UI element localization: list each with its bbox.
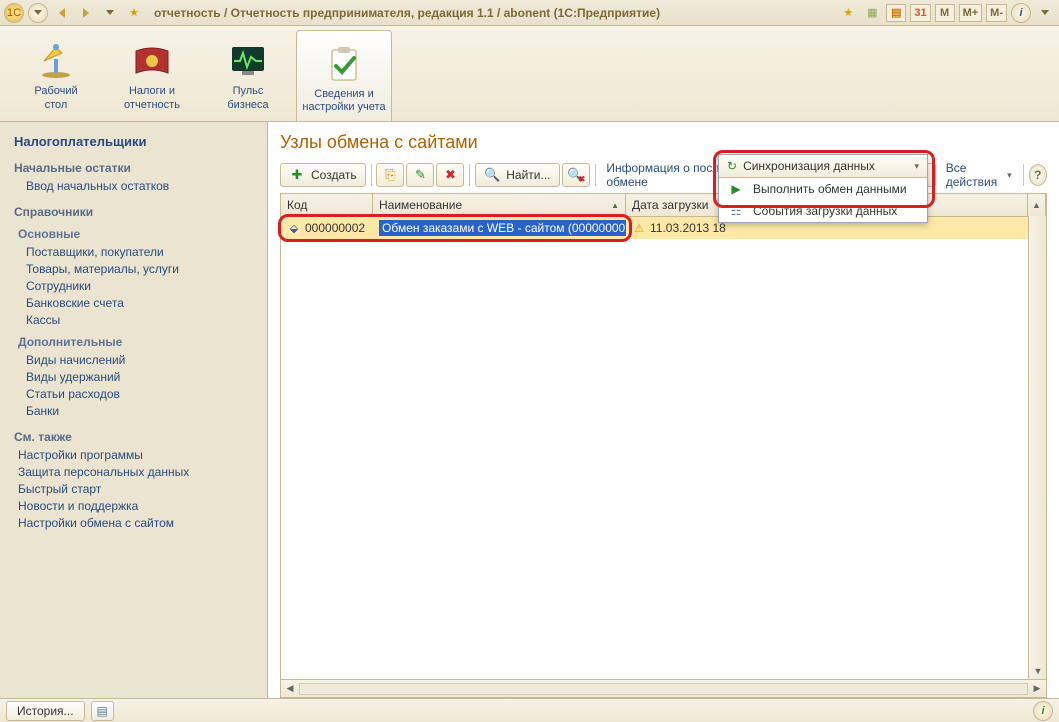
- scroll-up-icon[interactable]: ▲: [1028, 194, 1046, 216]
- col-code[interactable]: Код: [281, 194, 373, 216]
- desk-lamp-icon: [34, 41, 78, 81]
- sidebar-item-news[interactable]: Новости и поддержка: [18, 499, 257, 513]
- history-button[interactable]: История...: [6, 701, 85, 721]
- data-grid: Код Наименование▲ Дата загрузки ентарий …: [280, 193, 1047, 698]
- window-title: отчетность / Отчетность предпринимателя,…: [154, 6, 834, 20]
- section-taxes[interactable]: Налоги и отчетность: [104, 26, 200, 121]
- sidebar-item-quick-start[interactable]: Быстрый старт: [18, 482, 257, 496]
- table-row[interactable]: ⬙000000002 Обмен заказами с WEB - сайтом…: [281, 217, 1046, 239]
- play-icon: ▶: [727, 182, 745, 196]
- edit-button[interactable]: ✎: [406, 163, 434, 187]
- memory-mminus-button[interactable]: M-: [986, 4, 1007, 22]
- sidebar-subgroup-extra: Дополнительные: [18, 335, 257, 349]
- section-label: Налоги и отчетность: [124, 85, 180, 111]
- titlebar: 1C ★ отчетность / Отчетность предпринима…: [0, 0, 1059, 26]
- sidebar-item-bank-accounts[interactable]: Банковские счета: [26, 296, 257, 310]
- pencil-icon: ✎: [412, 167, 428, 183]
- nav-dropdown-icon[interactable]: [100, 3, 120, 23]
- sidebar-item-cash[interactable]: Кассы: [26, 313, 257, 327]
- sort-asc-icon: ▲: [611, 201, 619, 210]
- app-menu-icon[interactable]: 1C: [4, 3, 24, 23]
- sidebar-item-personal-data[interactable]: Защита персональных данных: [18, 465, 257, 479]
- sidebar-item-customers[interactable]: Поставщики, покупатели: [26, 245, 257, 259]
- section-desktop[interactable]: Рабочий стол: [8, 26, 104, 121]
- sidebar-item-program-settings[interactable]: Настройки программы: [18, 448, 257, 462]
- delete-icon: ✖: [442, 167, 458, 183]
- content-area: Узлы обмена с сайтами ✚Создать ⎘ ✎ ✖ 🔍На…: [268, 122, 1059, 698]
- page-title: Узлы обмена с сайтами: [280, 132, 1047, 153]
- dropdown-item-run-exchange[interactable]: ▶Выполнить обмен данными: [719, 178, 927, 200]
- plus-icon: ✚: [289, 167, 305, 183]
- nav-forward-icon[interactable]: [76, 3, 96, 23]
- panel-icon[interactable]: ▦: [862, 3, 882, 23]
- favorite-icon[interactable]: ★: [124, 3, 144, 23]
- statusbar: История... ▤ i: [0, 698, 1059, 722]
- node-icon: ⬙: [287, 221, 301, 235]
- scroll-right-icon[interactable]: ▶: [1028, 681, 1046, 697]
- cell-name: Обмен заказами с WEB - сайтом (000000002…: [373, 217, 626, 239]
- sidebar-main-link[interactable]: Налогоплательщики: [14, 134, 257, 149]
- sidebar-item-expense-items[interactable]: Статьи расходов: [26, 387, 257, 401]
- section-settings[interactable]: Сведения и настройки учета: [296, 30, 392, 121]
- sidebar-group-seealso: См. также: [14, 430, 257, 444]
- h-scrollbar[interactable]: ◀ ▶: [281, 679, 1046, 697]
- dropdown-head[interactable]: ↻Синхронизация данных▾: [719, 155, 927, 178]
- sync-dropdown-menu: ↻Синхронизация данных▾ ▶Выполнить обмен …: [718, 154, 928, 223]
- sidebar-item-banks[interactable]: Банки: [26, 404, 257, 418]
- calc-icon[interactable]: ▤: [886, 4, 906, 22]
- search-clear-icon: 🔍✖: [568, 167, 584, 183]
- fav-add-icon[interactable]: ★: [838, 3, 858, 23]
- scroll-down-icon[interactable]: ▼: [1029, 663, 1047, 679]
- memory-m-button[interactable]: M: [935, 4, 955, 22]
- sidebar-item-employees[interactable]: Сотрудники: [26, 279, 257, 293]
- section-pulse[interactable]: Пульс бизнеса: [200, 26, 296, 121]
- cell-code: ⬙000000002: [281, 217, 373, 239]
- info-icon[interactable]: i: [1011, 3, 1031, 23]
- pulse-monitor-icon: [226, 41, 270, 81]
- copy-icon: ⎘: [382, 167, 398, 183]
- sidebar-group-catalogs: Справочники: [14, 205, 257, 219]
- sidebar-item-accruals[interactable]: Виды начислений: [26, 353, 257, 367]
- log-icon: ☷: [727, 204, 745, 218]
- all-actions-button[interactable]: Все действия ▾: [940, 163, 1018, 187]
- sidebar-group-initial: Начальные остатки: [14, 161, 257, 175]
- section-label: Пульс бизнеса: [227, 85, 268, 111]
- create-button[interactable]: ✚Создать: [280, 163, 366, 187]
- book-emblem-icon: [130, 41, 174, 81]
- grid-body[interactable]: ⬙000000002 Обмен заказами с WEB - сайтом…: [281, 217, 1046, 679]
- clipboard-check-icon: [322, 44, 366, 84]
- dropdown-icon[interactable]: [28, 3, 48, 23]
- clear-find-button[interactable]: 🔍✖: [562, 163, 590, 187]
- nav-back-icon[interactable]: [52, 3, 72, 23]
- delete-button[interactable]: ✖: [436, 163, 464, 187]
- nav-sidebar: Налогоплательщики Начальные остатки Ввод…: [0, 122, 268, 698]
- grid-header: Код Наименование▲ Дата загрузки ентарий …: [281, 194, 1046, 217]
- sidebar-item-initial-balances[interactable]: Ввод начальных остатков: [26, 179, 257, 193]
- find-button[interactable]: 🔍Найти...: [475, 163, 559, 187]
- section-label: Сведения и настройки учета: [302, 88, 385, 114]
- calendar-icon[interactable]: 31: [910, 4, 930, 22]
- panel-icon: ▤: [97, 704, 108, 718]
- memory-mplus-button[interactable]: M+: [959, 4, 983, 22]
- dropdown-item-load-events[interactable]: ☷События загрузки данных: [719, 200, 927, 222]
- section-panel: Рабочий стол Налоги и отчетность Пульс б…: [0, 26, 1059, 122]
- copy-button[interactable]: ⎘: [376, 163, 404, 187]
- help-icon[interactable]: ?: [1029, 164, 1047, 186]
- panel-toggle-button[interactable]: ▤: [91, 701, 114, 721]
- section-label: Рабочий стол: [34, 85, 77, 111]
- sync-icon: ↻: [727, 159, 737, 173]
- toolbar: ✚Создать ⎘ ✎ ✖ 🔍Найти... 🔍✖ Информация о…: [280, 161, 1047, 189]
- sidebar-item-site-exchange[interactable]: Настройки обмена с сайтом: [18, 516, 257, 530]
- status-info-icon[interactable]: i: [1033, 701, 1053, 721]
- sidebar-item-deductions[interactable]: Виды удержаний: [26, 370, 257, 384]
- col-name[interactable]: Наименование▲: [373, 194, 626, 216]
- title-dropdown-icon[interactable]: [1035, 3, 1055, 23]
- sidebar-subgroup-main: Основные: [18, 227, 257, 241]
- warning-icon: ⚠: [632, 221, 646, 235]
- sidebar-item-goods[interactable]: Товары, материалы, услуги: [26, 262, 257, 276]
- scroll-left-icon[interactable]: ◀: [281, 681, 299, 697]
- search-icon: 🔍: [484, 167, 500, 183]
